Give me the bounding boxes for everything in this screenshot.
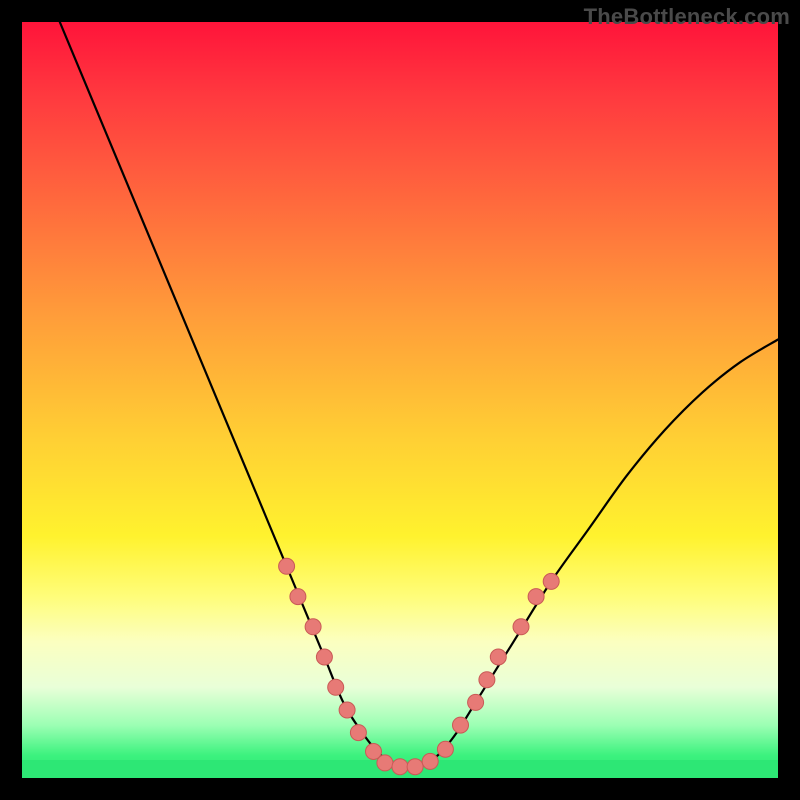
curve-marker [279, 558, 295, 574]
curve-marker [316, 649, 332, 665]
bottleneck-curve-svg [22, 22, 778, 778]
curve-marker [437, 741, 453, 757]
curve-marker [392, 759, 408, 775]
curve-marker [422, 753, 438, 769]
curve-marker [377, 755, 393, 771]
curve-marker [490, 649, 506, 665]
curve-marker [479, 672, 495, 688]
curve-marker [290, 589, 306, 605]
curve-marker [407, 759, 423, 775]
curve-marker [350, 725, 366, 741]
curve-marker [339, 702, 355, 718]
curve-marker [453, 717, 469, 733]
curve-marker [513, 619, 529, 635]
curve-marker [528, 589, 544, 605]
bottleneck-curve-path [60, 22, 778, 768]
curve-marker [305, 619, 321, 635]
curve-marker [328, 679, 344, 695]
curve-marker [468, 694, 484, 710]
curve-markers [279, 558, 560, 774]
curve-marker [543, 573, 559, 589]
